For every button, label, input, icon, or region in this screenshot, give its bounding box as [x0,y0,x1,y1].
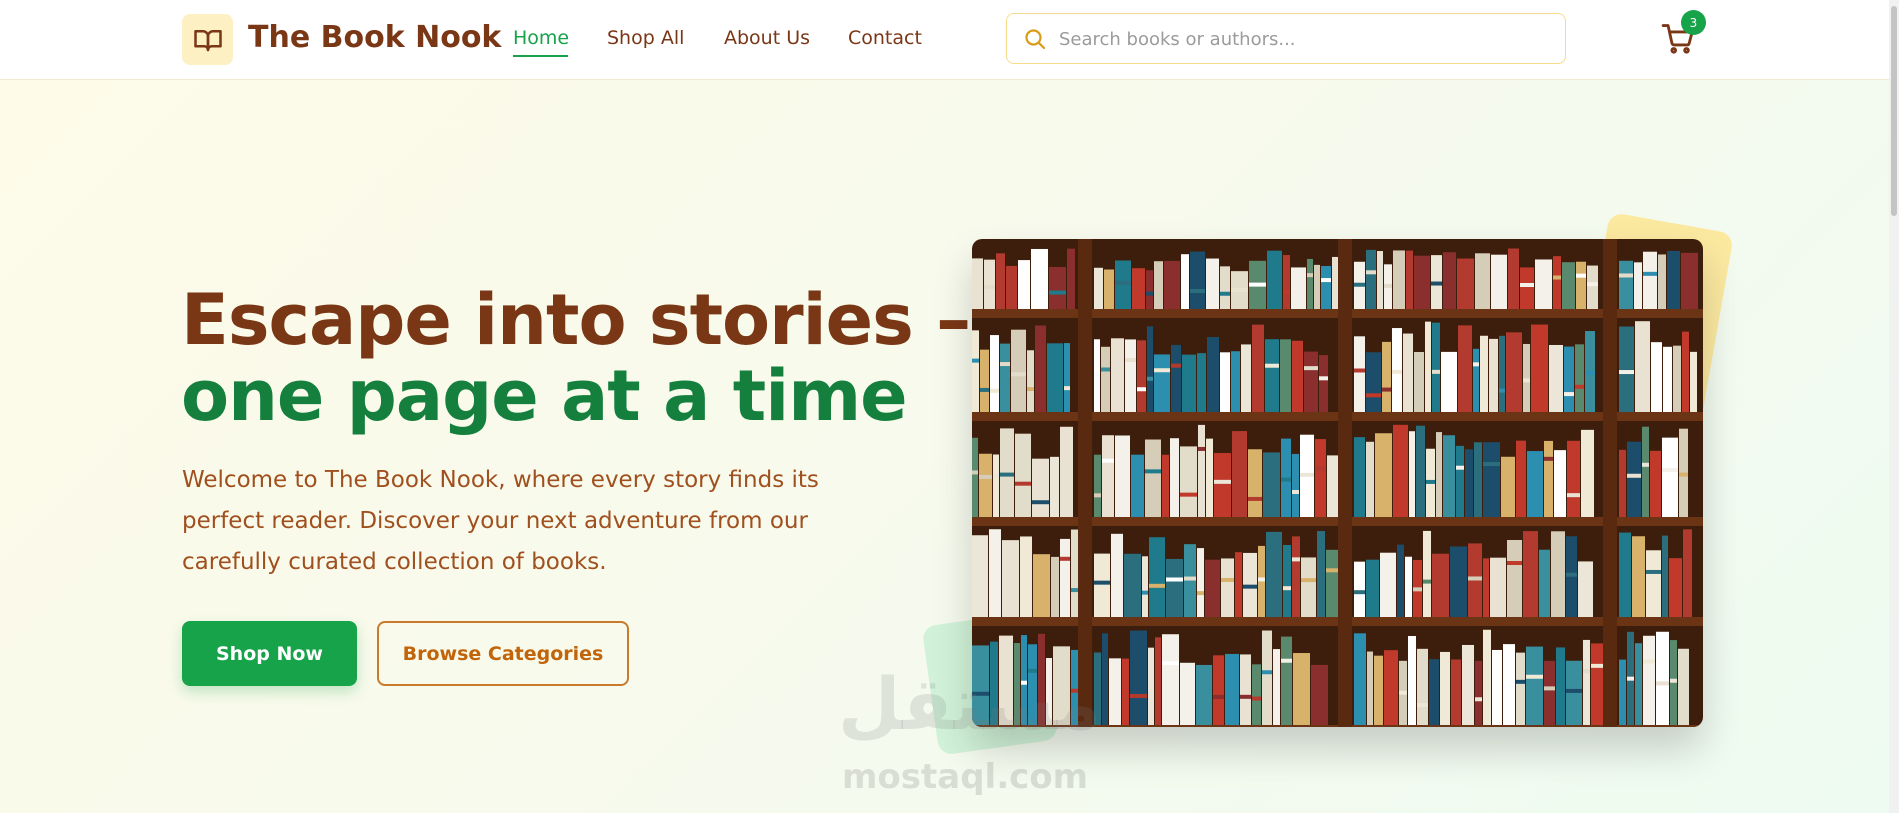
hero-title: Escape into stories – one page at a time [181,279,971,437]
open-book-icon [193,29,222,51]
cart-count-badge: 3 [1681,10,1706,35]
search-icon [1025,29,1046,50]
nav-contact[interactable]: Contact [848,27,922,49]
browse-categories-button[interactable]: Browse Categories [377,621,629,686]
hero-description: Welcome to The Book Nook, where every st… [182,467,819,575]
shop-now-button[interactable]: Shop Now [182,621,357,686]
hero-title-line1: Escape into stories – [181,279,971,361]
page-scrollbar[interactable] [1889,0,1899,813]
site-header: The Book Nook Home Shop All About Us Con… [0,0,1899,80]
bookshelf-photo [972,239,1703,727]
bookshelf-image [972,239,1703,727]
nav-home[interactable]: Home [513,27,569,49]
page: The Book Nook Home Shop All About Us Con… [0,0,1899,813]
logo-badge[interactable] [182,14,233,65]
scrollbar-thumb[interactable] [1891,6,1897,216]
nav-shop-all[interactable]: Shop All [607,27,684,49]
brand-name[interactable]: The Book Nook [248,20,501,55]
nav-active-underline [513,55,568,57]
watermark-latin: mostaql.com [842,757,1089,797]
search-input[interactable] [1057,23,1547,55]
watermark-arabic: مستقل [838,662,1102,746]
hero-title-line2: one page at a time [181,355,908,437]
nav-about-us[interactable]: About Us [724,27,810,49]
search-bar [1006,13,1566,64]
